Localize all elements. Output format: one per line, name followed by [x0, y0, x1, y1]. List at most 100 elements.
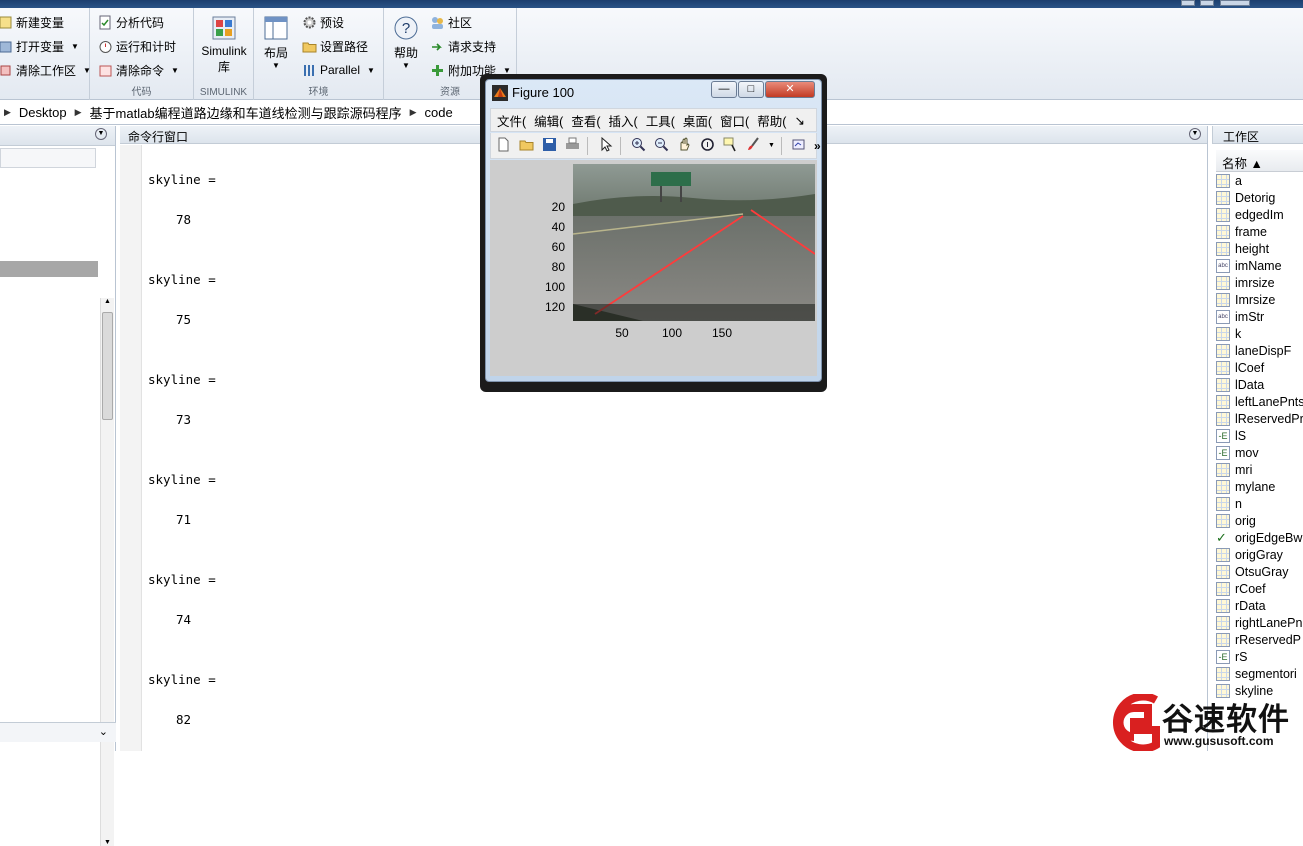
figure-close-button[interactable]: ✕ — [765, 81, 815, 98]
toolbar-overflow-icon[interactable]: » — [814, 139, 821, 153]
folder-filter-input[interactable] — [0, 148, 96, 168]
details-panel-toggle[interactable]: ⌄ — [0, 722, 116, 742]
workspace-variable-row[interactable]: Detorig — [1216, 189, 1303, 206]
pane-menu-icon[interactable]: ▼ — [1189, 128, 1201, 140]
rotate-3d-icon[interactable] — [699, 137, 716, 154]
workspace-variable-row[interactable]: leftLanePnts — [1216, 393, 1303, 410]
workspace-variable-row[interactable]: imrsize — [1216, 274, 1303, 291]
workspace-variable-row[interactable]: mri — [1216, 461, 1303, 478]
pointer-icon[interactable] — [597, 136, 614, 154]
output-value: 82 — [176, 712, 192, 727]
workspace-variable-row[interactable]: a — [1216, 172, 1303, 189]
workspace-variable-row[interactable]: abc imStr — [1216, 308, 1303, 325]
minimize-icon[interactable] — [1181, 0, 1195, 6]
workspace-variable-row[interactable]: mylane — [1216, 478, 1303, 495]
zoom-in-icon[interactable] — [630, 137, 647, 154]
workspace-variable-row[interactable]: abc imName — [1216, 257, 1303, 274]
vertical-scrollbar[interactable]: ▲ ▼ — [100, 298, 114, 846]
scrollbar-thumb[interactable] — [102, 312, 113, 420]
pane-menu-icon[interactable]: ▼ — [95, 128, 107, 140]
new-variable-icon — [0, 15, 13, 30]
workspace-variable-row[interactable]: rData — [1216, 597, 1303, 614]
workspace-variable-row[interactable]: lReservedPr — [1216, 410, 1303, 427]
workspace-variable-row[interactable]: segmentori — [1216, 665, 1303, 682]
figure-menu-item[interactable]: 文件( — [497, 111, 526, 130]
data-cursor-icon[interactable] — [722, 137, 739, 154]
workspace-variable-row[interactable]: height — [1216, 240, 1303, 257]
link-plot-icon[interactable] — [791, 137, 808, 154]
brush-icon[interactable] — [745, 137, 762, 154]
help-button[interactable]: ? 帮助 ▼ — [388, 16, 424, 70]
command-window-title: 命令行窗口 — [128, 130, 189, 144]
figure-menu-item[interactable]: 窗口( — [720, 111, 749, 130]
analyze-code-button[interactable]: 分析代码 — [98, 12, 164, 32]
breadcrumb-code[interactable]: code — [425, 105, 453, 120]
save-icon[interactable] — [541, 137, 558, 154]
simulink-library-button[interactable]: Simulink 库 — [196, 16, 252, 75]
workspace-variable-row[interactable]: edgedIm — [1216, 206, 1303, 223]
workspace-variable-row[interactable]: ✓ origEdgeBw — [1216, 529, 1303, 546]
workspace-variable-row[interactable]: origGray — [1216, 546, 1303, 563]
parallel-button[interactable]: Parallel ▼ — [302, 60, 375, 80]
simulink-icon — [212, 16, 236, 40]
figure-menu-item[interactable]: 编辑( — [534, 111, 563, 130]
road-image-axes[interactable] — [573, 164, 815, 321]
clear-commands-button[interactable]: 清除命令 ▼ — [98, 60, 179, 80]
folder-icon — [302, 39, 317, 54]
breadcrumb-desktop[interactable]: Desktop — [19, 105, 67, 120]
selected-file-row[interactable] — [0, 261, 98, 277]
figure-minimize-button[interactable]: — — [711, 81, 737, 98]
community-button[interactable]: 社区 — [430, 12, 472, 32]
name-column-header[interactable]: 名称 ▲ — [1216, 150, 1303, 172]
menu-overflow-icon[interactable]: ↘ — [794, 113, 804, 128]
maximize-icon[interactable] — [1200, 0, 1214, 6]
workspace-variable-row[interactable]: orig — [1216, 512, 1303, 529]
pan-hand-icon[interactable] — [676, 137, 693, 154]
figure-menu-item[interactable]: 工具( — [646, 111, 675, 130]
preferences-button[interactable]: 预设 — [302, 12, 344, 32]
scroll-up-icon[interactable]: ▲ — [104, 298, 111, 305]
figure-maximize-button[interactable]: □ — [738, 81, 764, 98]
workspace-variable-row[interactable]: rReservedP — [1216, 631, 1303, 648]
workspace-variable-row[interactable]: k — [1216, 325, 1303, 342]
request-support-button[interactable]: 请求支持 — [430, 36, 496, 56]
workspace-variable-row[interactable]: OtsuGray — [1216, 563, 1303, 580]
workspace-header: 工作区 — [1212, 126, 1303, 144]
print-icon[interactable] — [564, 137, 581, 154]
workspace-variable-row[interactable]: -E mov — [1216, 444, 1303, 461]
y-tick-label: 60 — [551, 240, 565, 254]
workspace-variable-row[interactable]: -E rS — [1216, 648, 1303, 665]
figure-menu-item[interactable]: 查看( — [571, 111, 600, 130]
open-variable-button[interactable]: 打开变量 ▼ — [0, 36, 79, 56]
matrix-variable-icon — [1216, 224, 1230, 239]
workspace-variable-row[interactable]: lCoef — [1216, 359, 1303, 376]
simulink-group-label: SIMULINK — [199, 87, 248, 98]
sign-pole — [660, 186, 662, 202]
breadcrumb-project-folder[interactable]: 基于matlab编程道路边缘和车道线检测与跟踪源码程序 — [90, 103, 402, 122]
layout-button[interactable]: 布局 ▼ — [258, 16, 294, 70]
figure-menu-item[interactable]: 桌面( — [683, 111, 712, 130]
workspace-variable-name: lS — [1235, 428, 1247, 443]
figure-menu-item[interactable]: 插入( — [609, 111, 638, 130]
command-gutter — [120, 145, 142, 751]
workspace-variable-row[interactable]: laneDispF — [1216, 342, 1303, 359]
workspace-variable-row[interactable]: rightLanePn — [1216, 614, 1303, 631]
workspace-variable-row[interactable]: -E lS — [1216, 427, 1303, 444]
clear-workspace-button[interactable]: 清除工作区 ▼ — [0, 60, 91, 80]
chevron-right-icon: ▶ — [409, 107, 417, 117]
new-figure-icon[interactable] — [495, 137, 512, 154]
workspace-variable-row[interactable]: rCoef — [1216, 580, 1303, 597]
chevron-down-icon[interactable]: ▼ — [768, 142, 775, 149]
open-file-icon[interactable] — [518, 137, 535, 154]
zoom-out-icon[interactable] — [653, 137, 670, 154]
workspace-variable-row[interactable]: Imrsize — [1216, 291, 1303, 308]
workspace-variable-row[interactable]: n — [1216, 495, 1303, 512]
figure-menu-item[interactable]: 帮助( — [757, 111, 786, 130]
run-and-time-button[interactable]: 运行和计时 — [98, 36, 176, 56]
workspace-variable-row[interactable]: frame — [1216, 223, 1303, 240]
new-variable-button[interactable]: 新建变量 — [0, 12, 64, 32]
workspace-variable-row[interactable]: lData — [1216, 376, 1303, 393]
close-icon[interactable] — [1220, 0, 1250, 6]
scroll-down-icon[interactable]: ▼ — [104, 839, 111, 846]
set-path-button[interactable]: 设置路径 — [302, 36, 368, 56]
